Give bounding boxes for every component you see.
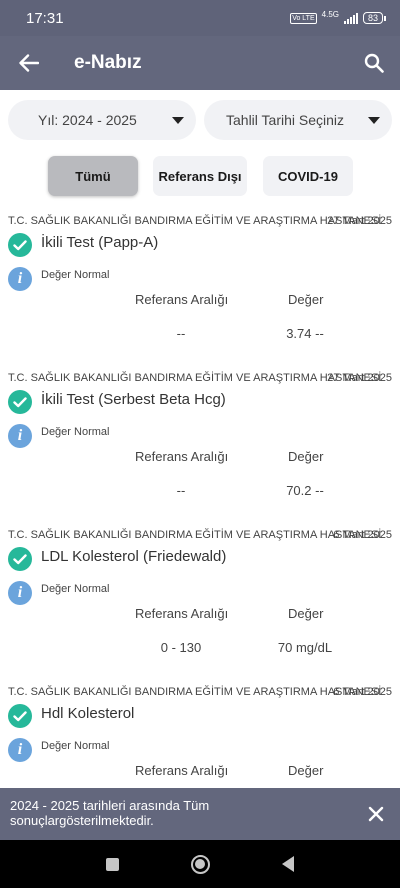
- result-value: 3.74 --: [286, 326, 324, 341]
- status-time: 17:31: [26, 9, 64, 27]
- info-icon[interactable]: i: [8, 267, 32, 291]
- test-name: İkili Test (Papp-A): [41, 234, 159, 251]
- system-back-button[interactable]: [276, 852, 300, 876]
- test-name: LDL Kolesterol (Friedewald): [41, 548, 227, 565]
- close-button[interactable]: [362, 800, 390, 828]
- reference-range-value: 0 - 130: [160, 640, 202, 655]
- test-date-dropdown[interactable]: Tahlil Tarihi Seçiniz: [204, 100, 392, 140]
- reference-range-header: Referans Aralığı: [135, 292, 229, 307]
- result-status: Değer Normal: [41, 269, 110, 281]
- snackbar: 2024 - 2025 tarihleri arasında Tüm sonuç…: [0, 788, 400, 840]
- value-header: Değer: [288, 449, 324, 464]
- status-icons: Vo LTE 4.5G 83: [290, 9, 386, 24]
- network-type: 4.5G: [321, 9, 339, 19]
- year-dropdown[interactable]: Yıl: 2024 - 2025: [8, 100, 196, 140]
- info-icon[interactable]: i: [8, 424, 32, 448]
- search-button[interactable]: [348, 36, 400, 90]
- reference-range-header: Referans Aralığı: [135, 606, 229, 621]
- check-circle-icon: [8, 547, 32, 571]
- result-date: 27 Mart 2025: [327, 372, 392, 384]
- institution-name: T.C. SAĞLIK BAKANLIĞI BANDIRMA EĞİTİM VE…: [8, 529, 382, 541]
- year-dropdown-label: Yıl: 2024 - 2025: [38, 112, 137, 128]
- search-icon: [364, 53, 384, 73]
- result-item[interactable]: T.C. SAĞLIK BAKANLIĞI BANDIRMA EĞİTİM VE…: [0, 529, 400, 685]
- filter-out-of-range-button[interactable]: Referans Dışı: [153, 156, 247, 196]
- check-circle-icon: [8, 704, 32, 728]
- institution-name: T.C. SAĞLIK BAKANLIĞI BANDIRMA EĞİTİM VE…: [8, 215, 382, 227]
- results-list[interactable]: Yıl: 2024 - 2025 Tahlil Tarihi Seçiniz T…: [0, 90, 400, 788]
- square-icon: [105, 857, 119, 871]
- signal-icon: [343, 12, 358, 24]
- result-date: 6 Mart 2025: [333, 686, 392, 698]
- reference-range-value: --: [176, 483, 186, 498]
- triangle-back-icon: [282, 856, 294, 872]
- reference-range-header: Referans Aralığı: [135, 763, 229, 778]
- result-status: Değer Normal: [41, 426, 110, 438]
- result-date: 6 Mart 2025: [333, 529, 392, 541]
- page-title: e-Nabız: [74, 52, 142, 73]
- status-bar: 17:31 Vo LTE 4.5G 83: [0, 0, 400, 36]
- reference-range-header: Referans Aralığı: [135, 449, 229, 464]
- caret-down-icon: [368, 117, 380, 124]
- caret-down-icon: [172, 117, 184, 124]
- system-nav-bar: [0, 840, 400, 888]
- home-button[interactable]: [188, 852, 212, 876]
- test-name: Hdl Kolesterol: [41, 705, 135, 722]
- value-header: Değer: [288, 763, 324, 778]
- institution-name: T.C. SAĞLIK BAKANLIĞI BANDIRMA EĞİTİM VE…: [8, 372, 382, 384]
- arrow-left-icon: [19, 54, 39, 72]
- result-item[interactable]: T.C. SAĞLIK BAKANLIĞI BANDIRMA EĞİTİM VE…: [0, 215, 400, 371]
- value-header: Değer: [288, 292, 324, 307]
- result-value: 70.2 --: [286, 483, 324, 498]
- value-header: Değer: [288, 606, 324, 621]
- result-status: Değer Normal: [41, 583, 110, 595]
- app-bar: e-Nabız: [0, 36, 400, 90]
- filter-all-button[interactable]: Tümü: [48, 156, 138, 196]
- close-icon: [368, 806, 384, 822]
- reference-range-value: --: [176, 326, 186, 341]
- volte-icon: Vo LTE: [290, 12, 317, 24]
- result-item[interactable]: T.C. SAĞLIK BAKANLIĞI BANDIRMA EĞİTİM VE…: [0, 372, 400, 528]
- recent-apps-button[interactable]: [100, 852, 124, 876]
- check-circle-icon: [8, 390, 32, 414]
- result-value: 70 mg/dL: [277, 640, 333, 655]
- info-icon[interactable]: i: [8, 581, 32, 605]
- battery-level: 83: [362, 12, 383, 24]
- home-circle-icon: [190, 854, 210, 874]
- info-icon[interactable]: i: [8, 738, 32, 762]
- result-date: 27 Mart 2025: [327, 215, 392, 227]
- result-item[interactable]: T.C. SAĞLIK BAKANLIĞI BANDIRMA EĞİTİM VE…: [0, 686, 400, 788]
- snackbar-message: 2024 - 2025 tarihleri arasında Tüm sonuç…: [10, 798, 210, 828]
- battery-icon: 83: [362, 12, 386, 24]
- test-name: İkili Test (Serbest Beta Hcg): [41, 391, 226, 408]
- back-button[interactable]: [0, 36, 58, 90]
- test-date-dropdown-label: Tahlil Tarihi Seçiniz: [226, 112, 345, 128]
- filter-covid-button[interactable]: COVID-19: [263, 156, 353, 196]
- check-circle-icon: [8, 233, 32, 257]
- institution-name: T.C. SAĞLIK BAKANLIĞI BANDIRMA EĞİTİM VE…: [8, 686, 382, 698]
- result-status: Değer Normal: [41, 740, 110, 752]
